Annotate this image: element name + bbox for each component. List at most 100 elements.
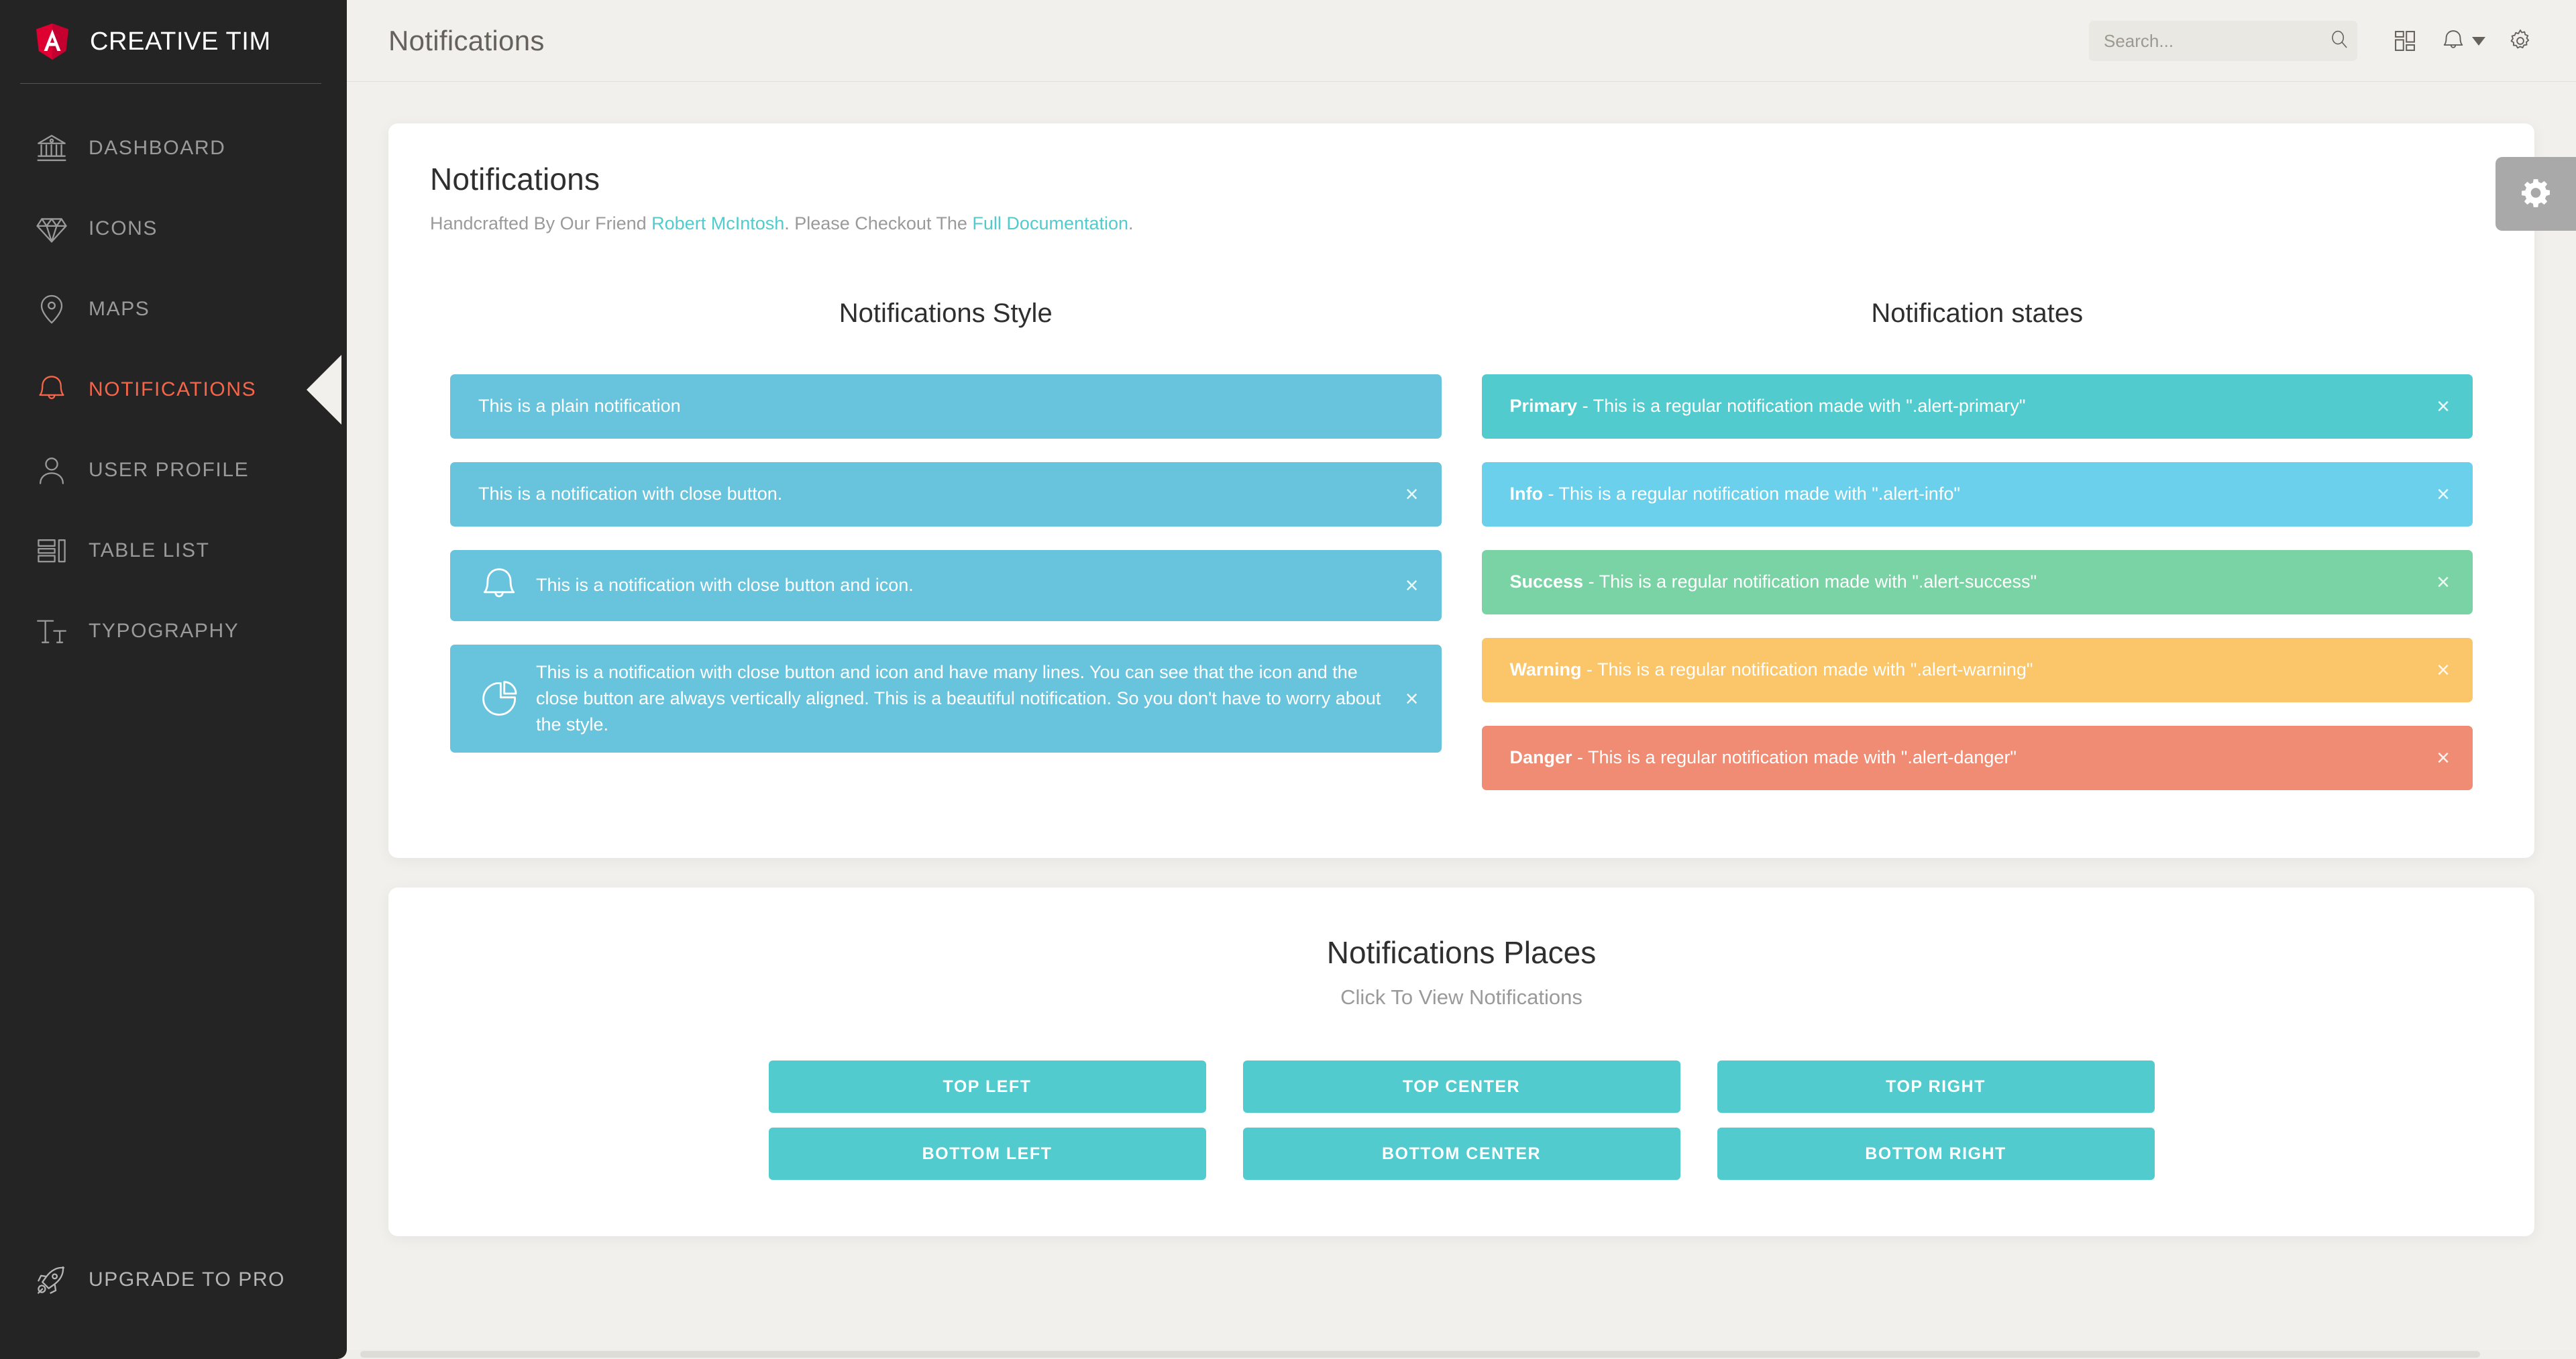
alert-body: This is a regular notification made with… [1597, 659, 2033, 680]
top-left-button[interactable]: TOP LEFT [769, 1061, 1206, 1113]
alert-separator: - [1583, 572, 1599, 592]
bottom-center-button[interactable]: BOTTOM CENTER [1243, 1128, 1680, 1180]
fixed-settings-gear-button[interactable] [2496, 157, 2576, 231]
alert-multiline: This is a notification with close button… [450, 645, 1442, 753]
dashboard-grid-icon[interactable] [2376, 12, 2434, 70]
main-area: Notifications [347, 0, 2576, 1359]
subtitle-prefix: Handcrafted By Our Friend [430, 213, 651, 233]
page-title: Notifications [388, 25, 545, 57]
bottom-right-button[interactable]: BOTTOM RIGHT [1717, 1128, 2155, 1180]
sidebar-logo[interactable]: CREATIVE TIM [0, 0, 347, 83]
alert-text: This is a plain notification [478, 393, 1381, 419]
angular-shield-logo-icon [35, 23, 70, 60]
sidebar-item-notifications[interactable]: NOTIFICATIONS [0, 349, 347, 430]
alert-body: This is a regular notification made with… [1593, 396, 2026, 416]
card-subtitle: Handcrafted By Our Friend Robert McIntos… [430, 213, 2493, 234]
search-icon[interactable] [2328, 29, 2350, 54]
notifications-places-card: Notifications Places Click To View Notif… [388, 887, 2534, 1236]
alert-with-close-and-icon: This is a notification with close button… [450, 550, 1442, 621]
horizontal-scrollbar[interactable] [347, 1350, 2576, 1359]
alert-info: Info - This is a regular notification ma… [1482, 462, 2473, 527]
sidebar-nav: DASHBOARD ICONS MAPS [0, 108, 347, 671]
sidebar: CREATIVE TIM DASHBOARD ICONS [0, 0, 347, 1359]
diamond-icon [35, 212, 68, 246]
rocket-icon [35, 1263, 68, 1297]
notification-states-column: Notification states Primary - This is a … [1462, 298, 2493, 814]
sidebar-item-label: ICONS [89, 217, 158, 240]
sidebar-item-label: TABLE LIST [89, 539, 210, 562]
alert-body: This is a regular notification made with… [1559, 484, 1960, 504]
places-title: Notifications Places [430, 934, 2493, 971]
sidebar-divider [20, 83, 321, 84]
alert-text: Warning - This is a regular notification… [1510, 657, 2413, 683]
user-icon [35, 453, 68, 487]
places-button-grid: TOP LEFT TOP CENTER TOP RIGHT BOTTOM LEF… [767, 1061, 2156, 1180]
column-title: Notifications Style [450, 298, 1442, 329]
alert-separator: - [1577, 396, 1593, 416]
alert-text: This is a notification with close button… [536, 659, 1381, 738]
settings-gear-button[interactable] [2491, 12, 2549, 70]
alert-plain: This is a plain notification [450, 374, 1442, 439]
sidebar-item-upgrade-to-pro[interactable]: UPGRADE TO PRO [0, 1240, 347, 1320]
sidebar-item-user-profile[interactable]: USER PROFILE [0, 430, 347, 510]
close-icon[interactable]: × [2436, 747, 2450, 769]
alert-label: Warning [1510, 659, 1582, 680]
sidebar-item-label: USER PROFILE [89, 459, 249, 482]
sidebar-item-icons[interactable]: ICONS [0, 188, 347, 269]
full-documentation-link[interactable]: Full Documentation [972, 213, 1128, 233]
bell-icon [35, 373, 68, 406]
alert-separator: - [1582, 659, 1598, 680]
alert-text: Info - This is a regular notification ma… [1510, 481, 2413, 507]
alert-label: Danger [1510, 747, 1572, 767]
sidebar-item-label: NOTIFICATIONS [89, 378, 256, 401]
close-icon[interactable]: × [2436, 659, 2450, 682]
top-right-button[interactable]: TOP RIGHT [1717, 1061, 2155, 1113]
alert-warning: Warning - This is a regular notification… [1482, 638, 2473, 702]
subtitle-suffix: . [1128, 213, 1134, 233]
sidebar-item-label: DASHBOARD [89, 137, 225, 160]
map-pin-icon [35, 292, 68, 326]
notifications-bell-button[interactable] [2434, 12, 2491, 70]
sidebar-item-label: MAPS [89, 298, 150, 321]
alert-success: Success - This is a regular notification… [1482, 550, 2473, 614]
close-icon[interactable]: × [1405, 574, 1419, 597]
alert-text: This is a notification with close button… [478, 481, 1381, 507]
horizontal-scrollbar-thumb[interactable] [360, 1351, 2480, 1358]
alert-body: This is a regular notification made with… [1599, 572, 2037, 592]
sidebar-item-table-list[interactable]: TABLE LIST [0, 510, 347, 591]
subtitle-middle: . Please Checkout The [784, 213, 972, 233]
alert-primary: Primary - This is a regular notification… [1482, 374, 2473, 439]
notifications-style-column: Notifications Style This is a plain noti… [430, 298, 1462, 814]
content-area: Notifications Handcrafted By Our Friend … [347, 82, 2576, 1236]
bank-icon [35, 131, 68, 165]
top-navbar: Notifications [347, 0, 2576, 82]
robert-mcintosh-link[interactable]: Robert McIntosh [651, 213, 784, 233]
sidebar-item-dashboard[interactable]: DASHBOARD [0, 108, 347, 188]
sidebar-brand-label: CREATIVE TIM [90, 28, 271, 56]
alert-label: Success [1510, 572, 1584, 592]
alert-label: Info [1510, 484, 1543, 504]
navbar-right-group [2089, 0, 2549, 82]
alert-separator: - [1543, 484, 1559, 504]
close-icon[interactable]: × [2436, 571, 2450, 594]
notifications-card: Notifications Handcrafted By Our Friend … [388, 123, 2534, 858]
alert-separator: - [1572, 747, 1589, 767]
alert-label: Primary [1510, 396, 1578, 416]
sidebar-item-typography[interactable]: TYPOGRAPHY [0, 591, 347, 671]
search-box[interactable] [2089, 21, 2357, 61]
alert-body: This is a regular notification made with… [1588, 747, 2017, 767]
sidebar-item-maps[interactable]: MAPS [0, 269, 347, 349]
close-icon[interactable]: × [1405, 483, 1419, 506]
close-icon[interactable]: × [1405, 688, 1419, 710]
close-icon[interactable]: × [2436, 395, 2450, 418]
search-input[interactable] [2104, 31, 2328, 52]
active-item-arrow [307, 355, 341, 425]
alert-text: This is a notification with close button… [536, 572, 1381, 598]
alert-text: Success - This is a regular notification… [1510, 569, 2413, 595]
alert-with-close: This is a notification with close button… [450, 462, 1442, 527]
columns: Notifications Style This is a plain noti… [430, 298, 2493, 814]
bell-icon [478, 565, 520, 606]
top-center-button[interactable]: TOP CENTER [1243, 1061, 1680, 1113]
close-icon[interactable]: × [2436, 483, 2450, 506]
bottom-left-button[interactable]: BOTTOM LEFT [769, 1128, 1206, 1180]
